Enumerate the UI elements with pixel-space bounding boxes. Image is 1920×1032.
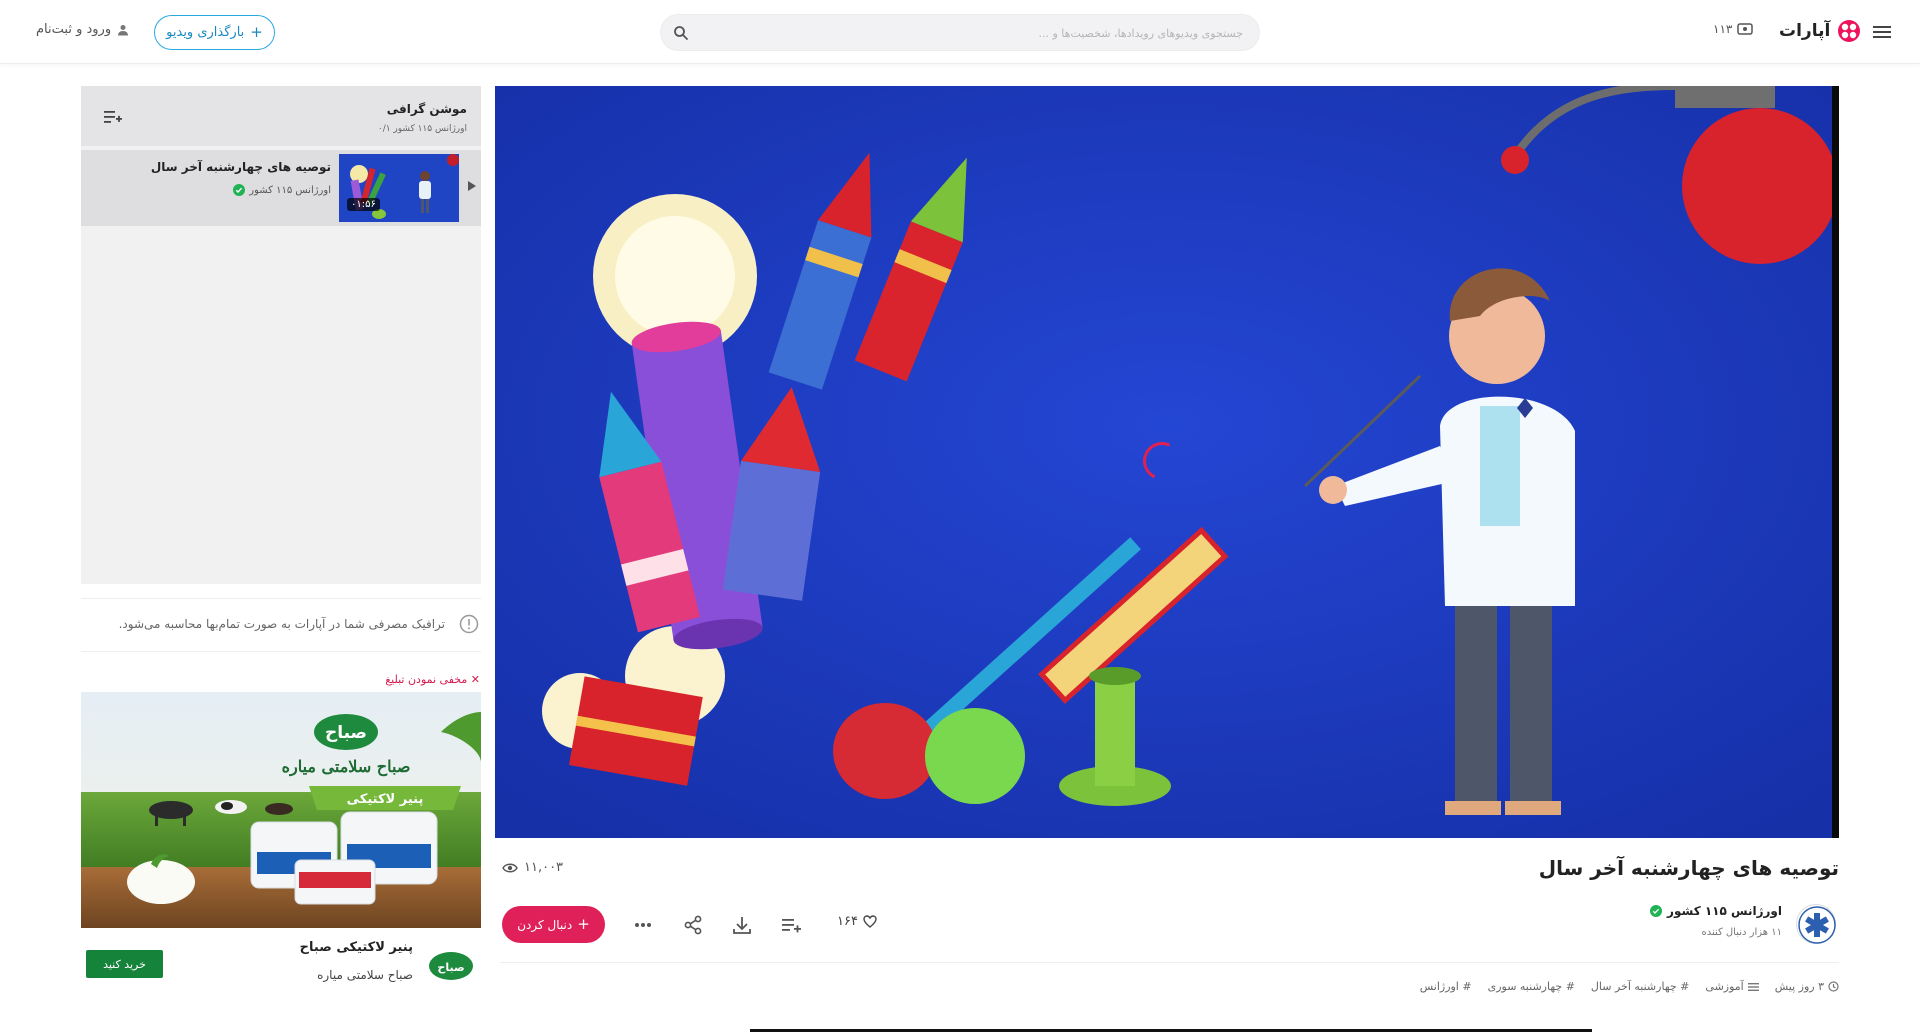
playlist-item-title[interactable]: توصیه های چهارشنبه آخر سال [151, 160, 331, 174]
upload-time-text: ۳ روز پیش [1774, 980, 1824, 993]
playlist-panel: موشن گرافی اورژانس ۱۱۵ کشور ۰/۱ ۰۱:۵۶ تو… [81, 86, 481, 584]
buy-button[interactable]: خرید کنید [86, 950, 163, 978]
tag-link[interactable]: # چهارشنبه آخر سال [1591, 980, 1689, 993]
channel-name[interactable]: اورژانس ۱۱۵ کشور [1650, 904, 1782, 918]
category-text: آموزشی [1705, 980, 1744, 993]
heart-icon [863, 915, 877, 928]
add-to-list-icon[interactable] [103, 108, 123, 126]
login-link[interactable]: ورود و ثبت‌نام [36, 22, 129, 37]
channel-followers: ۱۱ هزار دنبال کننده [1701, 927, 1782, 938]
aparat-logo[interactable]: آپارات [1779, 18, 1862, 44]
tag-link[interactable]: # اورژانس [1420, 980, 1472, 993]
channel-avatar[interactable] [1796, 904, 1836, 944]
view-count-value: ۱۱,۰۰۳ [524, 860, 564, 875]
download-icon[interactable] [731, 914, 753, 936]
ad-title[interactable]: پنیر لاکتیکی صباح [300, 940, 413, 955]
search-box [660, 14, 1260, 51]
playlist-item-thumbnail[interactable]: ۰۱:۵۶ [339, 154, 459, 222]
video-meta-tags: ۳ روز پیش آموزشی # چهارشنبه آخر سال # چه… [1420, 980, 1839, 993]
eye-icon [502, 863, 518, 872]
add-to-playlist-icon[interactable] [780, 914, 802, 936]
channel-name-text: اورژانس ۱۱۵ کشور [1667, 904, 1782, 918]
share-icon[interactable] [682, 914, 704, 936]
list-icon [1747, 982, 1759, 991]
verified-check-icon [233, 184, 246, 196]
follow-button[interactable]: + دنبال کردن [502, 906, 605, 943]
video-player[interactable] [495, 86, 1839, 838]
banner-brand-text: صباح [325, 723, 367, 743]
play-indicator-icon [468, 181, 476, 191]
traffic-notice-text: ترافیک مصرفی شما در آپارات به صورت تمام‌… [118, 617, 445, 631]
user-icon [118, 24, 129, 35]
star-of-life-icon [1798, 906, 1836, 944]
hamburger-menu-icon[interactable] [1873, 24, 1891, 40]
banner-slogan-text: صباح سلامتی میاره [282, 757, 411, 777]
follow-label: دنبال کردن [517, 917, 573, 932]
view-count: ۱۱,۰۰۳ [502, 860, 563, 875]
ad-subtitle: صباح سلامتی میاره [317, 968, 413, 982]
live-icon [1737, 23, 1754, 35]
divider [500, 962, 1839, 963]
verified-check-icon [1650, 905, 1663, 917]
login-label: ورود و ثبت‌نام [36, 22, 112, 37]
upload-time: ۳ روز پیش [1775, 980, 1839, 993]
more-options-icon[interactable] [632, 914, 654, 936]
upload-label: بارگذاری ویدیو [166, 25, 245, 40]
like-count: ۱۶۴ [837, 914, 858, 929]
upload-video-button[interactable]: + بارگذاری ویدیو [154, 15, 275, 50]
ad-banner-art: صباح صباح سلامتی میاره پنیر لاکتیکی [81, 692, 481, 928]
playlist-title: موشن گرافی [386, 102, 467, 116]
playlist-item[interactable]: ۰۱:۵۶ توصیه های چهارشنبه آخر سال اورژانس… [81, 150, 481, 226]
counter-value: ۱۱۳ [1713, 22, 1733, 36]
playlist-item-channel[interactable]: اورژانس ۱۱۵ کشور [233, 184, 331, 196]
ad-logo-text: صباح [437, 961, 464, 974]
clock-icon [1828, 981, 1839, 992]
thumbnail-art [339, 154, 459, 222]
traffic-notice: ترافیک مصرفی شما در آپارات به صورت تمام‌… [81, 598, 481, 652]
plus-icon: + [577, 915, 590, 933]
live-counter[interactable]: ۱۱۳ [1713, 22, 1754, 36]
search-input[interactable] [703, 22, 1243, 44]
info-icon [459, 614, 479, 634]
player-edge [1832, 86, 1839, 838]
search-icon[interactable] [673, 25, 689, 41]
video-duration: ۰۱:۵۶ [347, 198, 380, 211]
playlist-header: موشن گرافی اورژانس ۱۱۵ کشور ۰/۱ [81, 86, 481, 146]
playlist-meta: اورژانس ۱۱۵ کشور ۰/۱ [377, 124, 467, 134]
tag-link[interactable]: # چهارشنبه سوری [1488, 980, 1575, 993]
top-header: ورود و ثبت‌نام + بارگذاری ویدیو ۱۱۳ آپار… [0, 0, 1920, 64]
video-title: توصیه های چهارشنبه آخر سال [1538, 856, 1839, 880]
like-button[interactable]: ۱۶۴ [837, 914, 877, 929]
logo-text: آپارات [1779, 21, 1831, 41]
sabah-logo-icon: صباح [429, 952, 473, 980]
banner-product-text: پنیر لاکتیکی [347, 792, 424, 807]
playlist-item-channel-name: اورژانس ۱۱۵ کشور [249, 184, 331, 196]
aparat-logo-icon [1838, 20, 1861, 42]
hide-ad-link[interactable]: ✕ مخفی نمودن تبلیغ [385, 673, 480, 686]
plus-icon: + [250, 23, 263, 41]
category-link[interactable]: آموزشی [1705, 980, 1759, 993]
ad-banner[interactable]: صباح صباح سلامتی میاره پنیر لاکتیکی [81, 692, 481, 928]
